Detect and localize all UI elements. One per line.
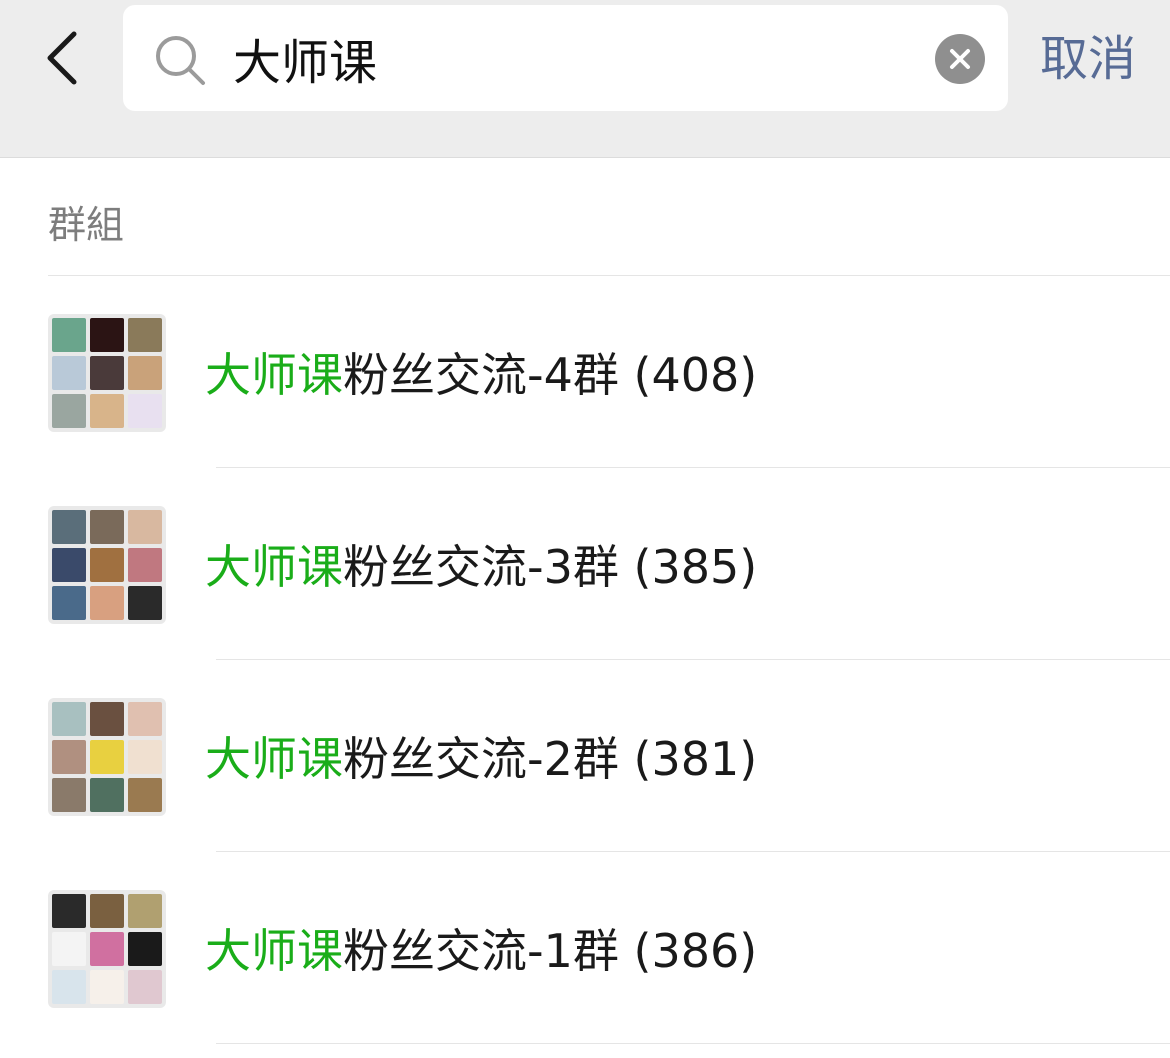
divider bbox=[216, 659, 1170, 660]
title-text: 粉丝交流-3群 bbox=[343, 540, 619, 594]
highlight-text: 大师课 bbox=[205, 732, 343, 786]
clear-icon bbox=[950, 49, 970, 69]
group-title: 大师课粉丝交流-2群 (381) bbox=[205, 729, 757, 789]
list-item[interactable]: 大师课粉丝交流-1群 (386) bbox=[0, 856, 1170, 1048]
title-text: 粉丝交流-2群 bbox=[343, 732, 619, 786]
divider bbox=[216, 1043, 1170, 1044]
section-label-groups: 群組 bbox=[48, 203, 125, 247]
group-avatar bbox=[48, 698, 166, 816]
back-chevron-icon bbox=[47, 31, 77, 85]
group-avatar bbox=[48, 506, 166, 624]
member-count: (381) bbox=[633, 732, 758, 786]
group-avatar bbox=[48, 890, 166, 1008]
divider bbox=[216, 851, 1170, 852]
member-count: (386) bbox=[633, 924, 758, 978]
title-text: 粉丝交流-4群 bbox=[343, 348, 619, 402]
member-count: (408) bbox=[633, 348, 758, 402]
group-avatar bbox=[48, 314, 166, 432]
search-icon bbox=[156, 36, 205, 85]
search-header: 取消 bbox=[0, 0, 1170, 158]
back-button[interactable] bbox=[38, 28, 88, 88]
clear-button[interactable] bbox=[935, 34, 985, 84]
cancel-button[interactable]: 取消 bbox=[1040, 28, 1150, 90]
member-count: (385) bbox=[633, 540, 758, 594]
group-title: 大师课粉丝交流-4群 (408) bbox=[205, 345, 757, 405]
list-item[interactable]: 大师课粉丝交流-4群 (408) bbox=[0, 280, 1170, 472]
highlight-text: 大师课 bbox=[205, 348, 343, 402]
title-text: 粉丝交流-1群 bbox=[343, 924, 619, 978]
search-input[interactable] bbox=[233, 27, 913, 89]
list-item[interactable]: 大师课粉丝交流-2群 (381) bbox=[0, 664, 1170, 856]
divider bbox=[216, 467, 1170, 468]
highlight-text: 大师课 bbox=[205, 540, 343, 594]
list-item[interactable]: 大师课粉丝交流-3群 (385) bbox=[0, 472, 1170, 664]
group-title: 大师课粉丝交流-3群 (385) bbox=[205, 537, 757, 597]
highlight-text: 大师课 bbox=[205, 924, 343, 978]
group-title: 大师课粉丝交流-1群 (386) bbox=[205, 921, 757, 981]
search-box[interactable] bbox=[123, 5, 1008, 111]
divider bbox=[48, 275, 1170, 276]
